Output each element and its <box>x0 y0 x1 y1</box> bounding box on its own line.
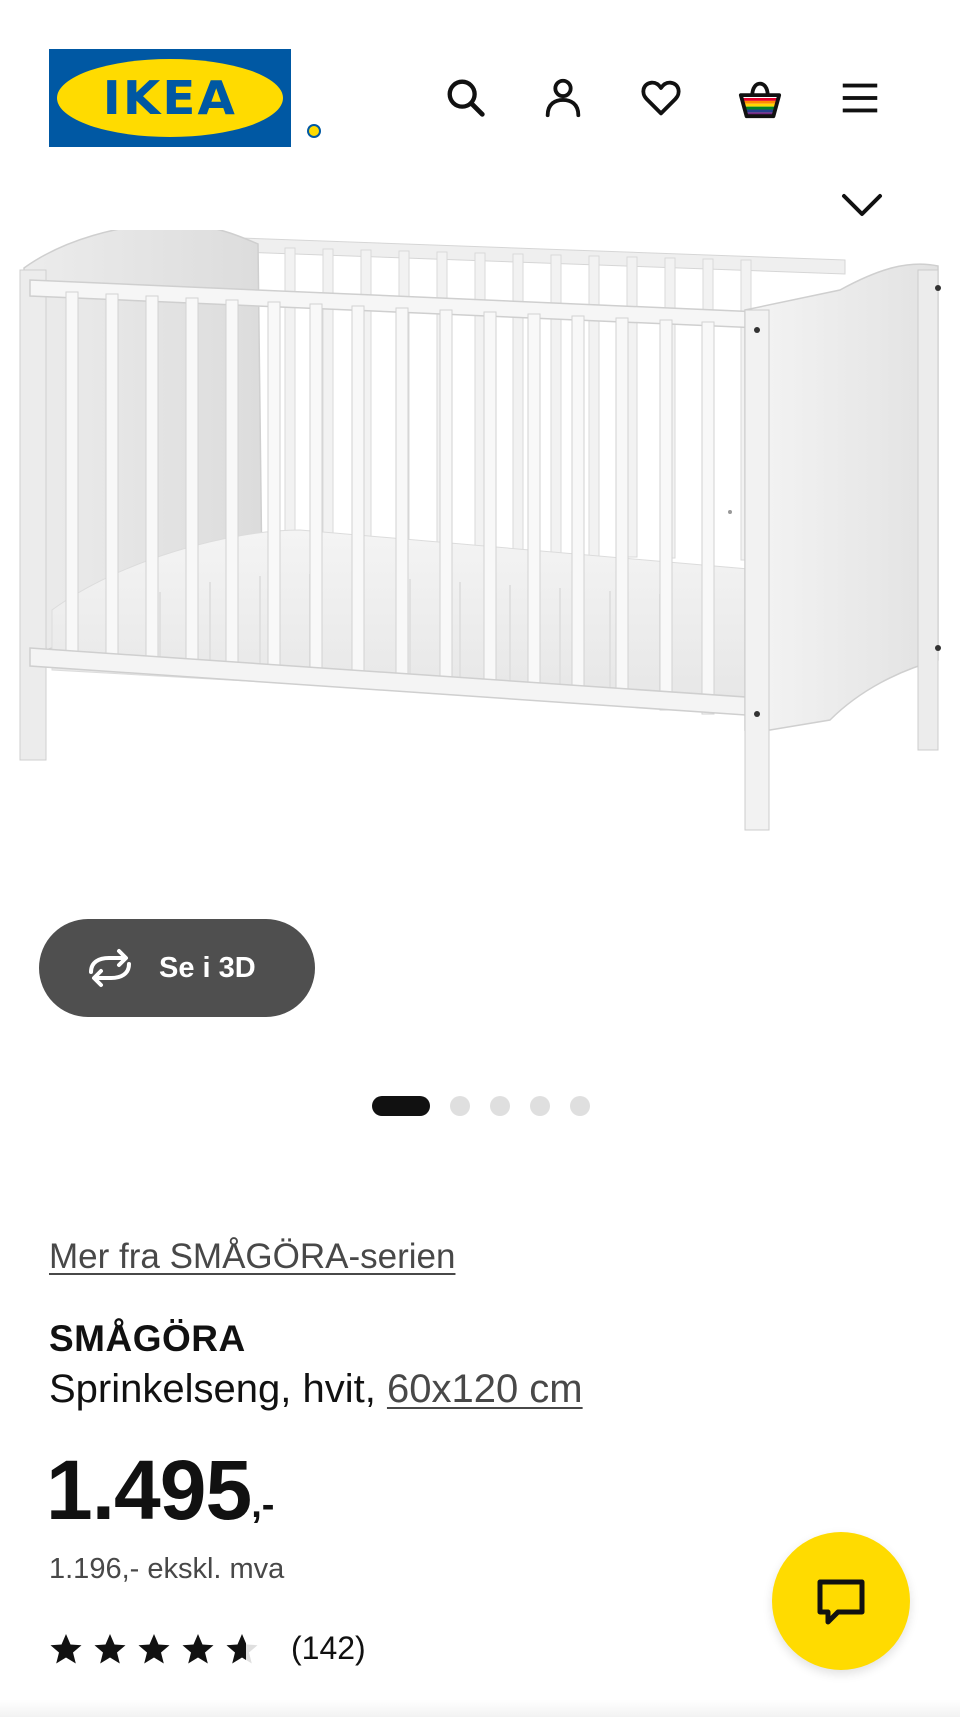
chat-icon <box>817 1579 865 1625</box>
price: 1.495 ,- <box>46 1448 274 1532</box>
product-name: SMÅGÖRA <box>49 1318 246 1359</box>
rating-stars <box>49 1632 269 1666</box>
star-icon <box>182 1633 214 1663</box>
carousel-dot-5[interactable] <box>570 1096 590 1116</box>
series-link[interactable]: Mer fra SMÅGÖRA-serien <box>49 1237 455 1277</box>
search-icon <box>447 79 485 117</box>
menu-button[interactable] <box>832 70 888 126</box>
header: IKEA <box>0 0 960 180</box>
logo-text: IKEA <box>102 71 238 125</box>
view-in-3d-label: Se i 3D <box>159 951 256 984</box>
view-in-3d-button[interactable]: Se i 3D <box>39 919 315 1017</box>
carousel-dots <box>372 1095 610 1117</box>
product-description: Sprinkelseng, hvit, 60x120 cm <box>49 1367 583 1412</box>
carousel-dot-4[interactable] <box>530 1096 550 1116</box>
logo-oval: IKEA <box>57 59 283 137</box>
price-suffix: ,- <box>251 1484 275 1526</box>
star-icon <box>50 1633 82 1663</box>
registered-mark <box>307 124 321 138</box>
star-icon <box>94 1633 126 1663</box>
carousel-dot-1[interactable] <box>372 1096 430 1116</box>
basket-icon <box>738 81 782 119</box>
star-icon <box>138 1633 170 1663</box>
product-image[interactable] <box>0 230 960 930</box>
ikea-logo[interactable]: IKEA <box>49 49 321 147</box>
carousel-dot-2[interactable] <box>450 1096 470 1116</box>
size-link[interactable]: 60x120 cm <box>387 1367 583 1411</box>
menu-icon <box>842 83 878 113</box>
heart-icon <box>641 80 681 116</box>
favourites-button[interactable] <box>633 70 689 126</box>
bottom-divider <box>0 1700 960 1717</box>
chat-button[interactable] <box>772 1532 910 1670</box>
half-star-icon <box>226 1633 258 1663</box>
account-icon <box>545 78 581 118</box>
product-description-text: Sprinkelseng, hvit, <box>49 1367 387 1411</box>
rotate-3d-icon <box>89 949 131 987</box>
chevron-down-icon[interactable] <box>838 190 886 220</box>
basket-button[interactable] <box>732 70 788 126</box>
price-main: 1.495 <box>46 1443 252 1537</box>
rating[interactable]: (142) <box>49 1630 366 1667</box>
search-button[interactable] <box>438 70 494 126</box>
account-button[interactable] <box>535 70 591 126</box>
carousel-dot-3[interactable] <box>490 1096 510 1116</box>
price-excluding-vat: 1.196,- ekskl. mva <box>49 1553 285 1585</box>
review-count[interactable]: (142) <box>291 1630 366 1667</box>
